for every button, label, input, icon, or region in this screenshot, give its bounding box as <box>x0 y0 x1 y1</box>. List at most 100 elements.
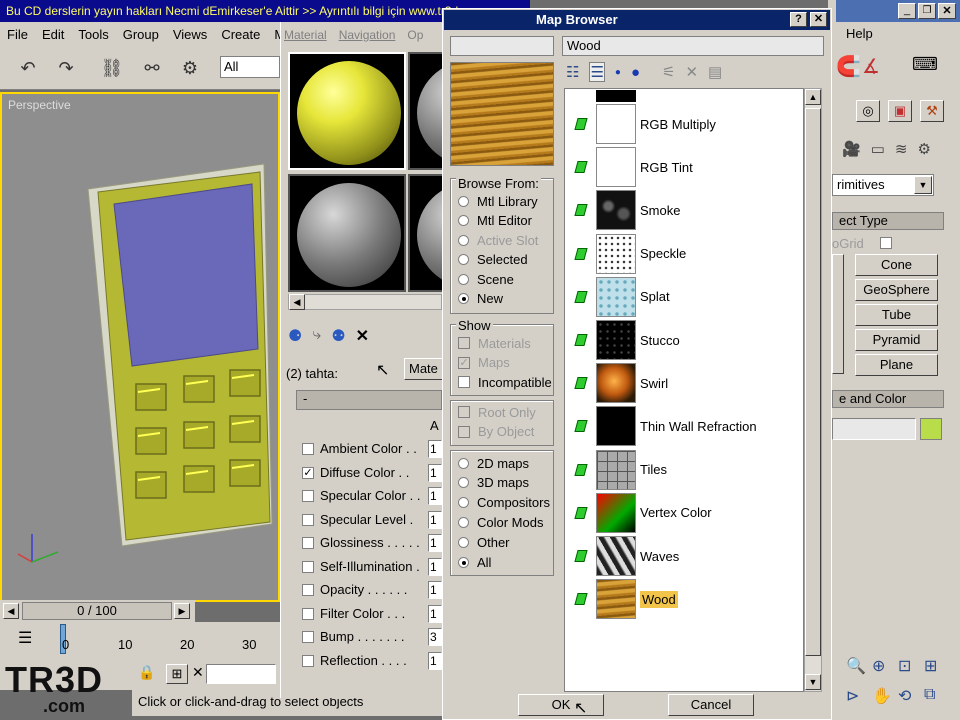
map-enable-checkbox[interactable] <box>302 654 314 667</box>
object-type-rollout[interactable]: ect Type <box>832 212 944 230</box>
map-enable-checkbox[interactable] <box>302 631 314 643</box>
radio-button[interactable] <box>458 293 469 304</box>
large-icons-view-icon[interactable]: ● <box>631 64 640 81</box>
menu-help[interactable]: Help <box>846 26 873 41</box>
reset-map-icon[interactable]: ✕ <box>356 326 369 346</box>
map-enable-checkbox[interactable] <box>302 443 314 455</box>
selection-filter-dropdown[interactable]: All <box>220 56 280 78</box>
fov-icon[interactable]: ⊳ <box>846 686 872 706</box>
slot-scrollbar[interactable]: ◀ <box>288 294 442 310</box>
list-view-icon[interactable]: ☷ <box>566 63 579 81</box>
map-type-filter-option[interactable]: All <box>458 553 491 571</box>
map-amount-field[interactable]: 1 <box>428 463 442 482</box>
map-list-item[interactable]: Waves <box>574 536 802 576</box>
close-icon[interactable]: ✕ <box>810 12 827 27</box>
map-list-item[interactable]: Thin Wall Refraction <box>574 406 802 447</box>
object-name-field[interactable] <box>832 418 916 440</box>
spinner-snap-icon[interactable]: ⌨ <box>912 54 938 75</box>
unlink-icon[interactable]: ⚯ <box>138 54 166 82</box>
track-bar[interactable] <box>0 622 280 660</box>
object-color-swatch[interactable] <box>920 418 942 440</box>
map-amount-field[interactable]: 1 <box>428 604 442 623</box>
checkbox[interactable] <box>458 425 470 438</box>
name-color-rollout[interactable]: e and Color <box>832 390 944 408</box>
map-amount-field[interactable]: 1 <box>428 487 442 505</box>
scroll-left-icon[interactable]: ◀ <box>289 294 305 310</box>
material-type-button[interactable]: Mate <box>404 358 444 380</box>
zoom-all-icon[interactable]: ⊕ <box>872 656 898 676</box>
browse-from-option[interactable]: Mtl Editor <box>458 212 532 230</box>
radio-button[interactable] <box>458 215 469 226</box>
map-list-item[interactable]: Speckle <box>574 233 802 274</box>
radio-button[interactable] <box>458 477 469 489</box>
browse-from-option[interactable]: Mtl Library <box>458 192 538 210</box>
checkbox[interactable]: ✓ <box>458 356 470 369</box>
map-enable-checkbox[interactable] <box>302 490 314 502</box>
map-list-item[interactable]: Wood <box>574 579 802 620</box>
motion-tab-icon[interactable]: ◎ <box>856 100 880 122</box>
map-name-field[interactable]: Wood <box>562 36 824 56</box>
radio-button[interactable] <box>458 497 469 509</box>
checkbox[interactable] <box>458 337 470 349</box>
map-type-filter-option[interactable]: 2D maps <box>458 454 529 472</box>
assign-material-icon[interactable]: ⚉ <box>331 326 345 346</box>
absolute-mode-icon[interactable]: ⊞ <box>166 664 188 684</box>
geosphere-button[interactable]: GeoSphere <box>855 279 938 301</box>
utilities-tab-icon[interactable]: ⚒ <box>920 100 944 122</box>
map-amount-field[interactable]: 1 <box>428 557 442 576</box>
viewport-label[interactable]: Perspective <box>8 98 71 112</box>
map-amount-field[interactable]: 1 <box>428 510 442 529</box>
browse-from-option[interactable]: Selected <box>458 251 528 269</box>
map-amount-field[interactable]: 3 <box>428 628 442 646</box>
time-slider[interactable]: 0 / 100 <box>22 602 172 620</box>
maps-rollout-header[interactable]: - <box>296 390 442 410</box>
arc-rotate-icon[interactable]: ⟲ <box>898 686 924 706</box>
map-list-item[interactable]: Vertex Color <box>574 492 802 533</box>
systems-icon[interactable]: ⚙ <box>917 140 930 158</box>
radio-button[interactable] <box>458 516 469 528</box>
ok-button[interactable]: OK <box>518 694 604 716</box>
prev-frame-icon[interactable]: ◀ <box>3 603 19 619</box>
checkbox[interactable] <box>458 376 470 388</box>
browse-from-option[interactable]: Scene <box>458 270 514 288</box>
help-icon[interactable]: ? <box>790 12 807 27</box>
menu-edit[interactable]: Edit <box>35 27 71 42</box>
map-list-item[interactable]: Stucco <box>574 320 802 360</box>
menu-navigation[interactable]: Navigation <box>339 28 396 42</box>
get-material-icon[interactable]: ⚈ <box>288 326 302 346</box>
zoom-extents-all-icon[interactable]: ⊞ <box>924 656 950 676</box>
update-scene-icon[interactable]: ⚟ <box>662 63 675 81</box>
cancel-button[interactable]: Cancel <box>668 694 754 716</box>
material-slot-1[interactable] <box>288 52 406 170</box>
map-type-filter-option[interactable]: Other <box>458 533 510 551</box>
tube-button[interactable]: Tube <box>855 304 938 326</box>
helpers-icon[interactable]: ▭ <box>871 140 885 158</box>
radio-button[interactable] <box>458 195 469 207</box>
display-tab-icon[interactable]: ▣ <box>888 100 912 122</box>
space-warps-icon[interactable]: ≋ <box>895 140 908 158</box>
snap-angle-icon[interactable]: ∡ <box>862 54 880 79</box>
scroll-up-icon[interactable]: ▲ <box>805 89 821 105</box>
map-amount-field[interactable]: 1 <box>428 651 442 670</box>
map-enable-checkbox[interactable] <box>302 584 314 596</box>
clear-library-icon[interactable]: ▤ <box>708 63 722 81</box>
autogrid-checkbox[interactable] <box>880 237 892 249</box>
track-bar-menu-icon[interactable]: ☰ <box>18 628 32 648</box>
x-coordinate-field[interactable] <box>206 664 276 684</box>
material-slot-4[interactable] <box>288 174 406 292</box>
zoom-extents-icon[interactable]: ⊡ <box>898 656 924 676</box>
radio-button[interactable] <box>458 234 469 246</box>
map-enable-checkbox[interactable] <box>302 513 314 526</box>
material-slot-2[interactable] <box>408 52 444 170</box>
menu-views[interactable]: Views <box>166 27 214 42</box>
chevron-down-icon[interactable]: ▼ <box>914 176 932 194</box>
magnet-icon[interactable]: 🧲 <box>836 54 861 79</box>
pan-icon[interactable]: ✋ <box>872 686 898 706</box>
delete-icon[interactable]: ✕ <box>685 63 698 81</box>
menu-group[interactable]: Group <box>116 27 166 42</box>
pick-material-icon[interactable]: ↖ <box>376 360 389 380</box>
perspective-viewport[interactable] <box>0 92 280 602</box>
map-list-item[interactable]: Swirl <box>574 363 802 404</box>
map-list-item[interactable]: RGB Tint <box>574 147 802 188</box>
menu-create[interactable]: Create <box>214 27 267 42</box>
